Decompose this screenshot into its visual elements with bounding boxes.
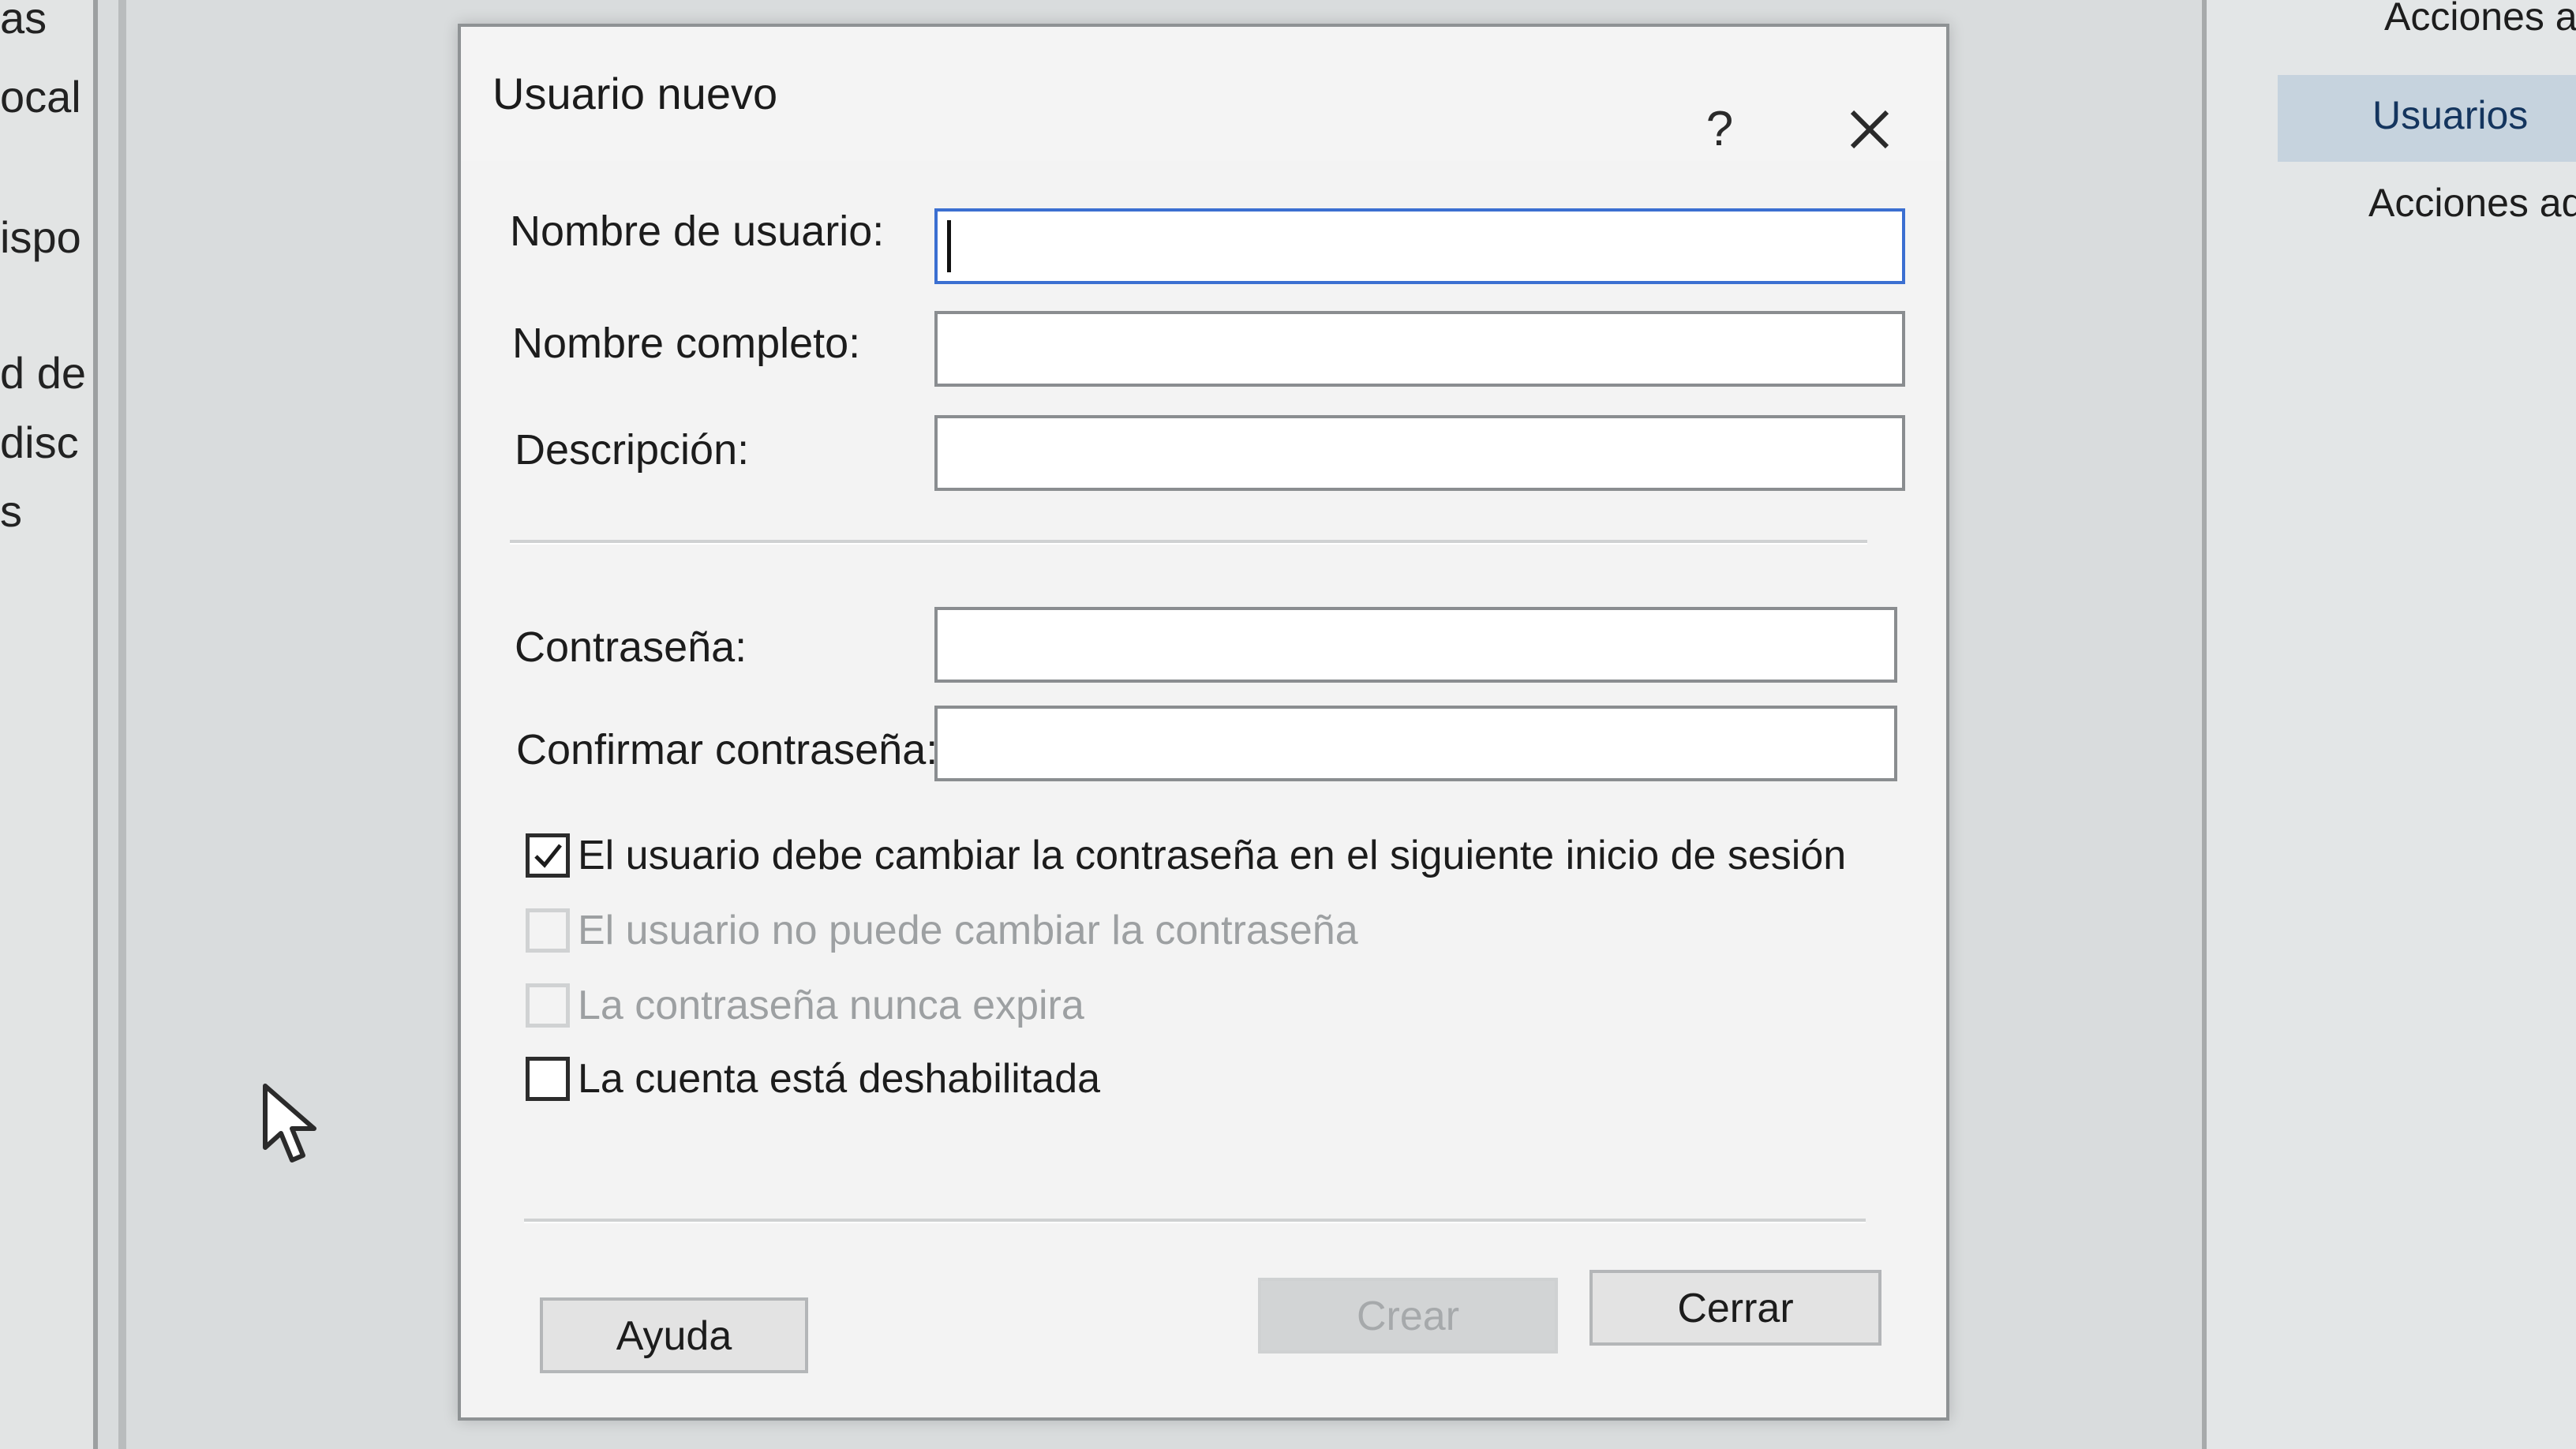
checkbox-account-disabled[interactable]: La cuenta está deshabilitada [526, 1051, 1100, 1106]
checkbox-empty-icon[interactable] [526, 1057, 570, 1101]
password-input[interactable] [934, 607, 1897, 683]
help-button[interactable]: Ayuda [540, 1297, 808, 1373]
description-label: Descripción: [515, 426, 750, 474]
checkbox-must-change-password[interactable]: El usuario debe cambiar la contraseña en… [526, 828, 1846, 883]
nav-fragment[interactable]: disc [0, 417, 79, 468]
text-caret [947, 220, 951, 272]
actions-pane-header: Acciones ad [2384, 0, 2576, 39]
checkbox-cannot-change-password[interactable]: El usuario no puede cambiar la contraseñ… [526, 903, 1358, 958]
nav-fragment[interactable]: ispo [0, 212, 81, 263]
dialog-titlebar[interactable]: Usuario nuevo ? [461, 27, 1946, 161]
description-input[interactable] [934, 415, 1905, 491]
create-button[interactable]: Crear [1258, 1278, 1558, 1354]
confirm-password-input[interactable] [934, 706, 1897, 781]
checkbox-empty-icon[interactable] [526, 983, 570, 1028]
dialog-title: Usuario nuevo [492, 69, 778, 118]
actions-pane: Acciones ad Usuarios Acciones ad [2202, 0, 2576, 1449]
actions-selected-label: Usuarios [2372, 93, 2529, 137]
username-input[interactable] [934, 208, 1905, 284]
footer-divider [524, 1219, 1866, 1223]
actions-sub-item[interactable]: Acciones ad [2368, 180, 2576, 226]
checkbox-label: La cuenta está deshabilitada [578, 1056, 1101, 1102]
checkbox-empty-icon[interactable] [526, 908, 570, 953]
help-icon[interactable]: ? [1676, 90, 1763, 169]
nav-fragment[interactable]: ocal [0, 71, 81, 122]
new-user-dialog: Usuario nuevo ? Nombre de usuario: Nombr… [458, 24, 1949, 1421]
fullname-input[interactable] [934, 311, 1905, 387]
checkbox-label: La contraseña nunca expira [578, 983, 1084, 1028]
confirm-password-label: Confirmar contraseña: [516, 726, 938, 773]
checkbox-label: El usuario no puede cambiar la contraseñ… [578, 908, 1358, 953]
checkbox-label: El usuario debe cambiar la contraseña en… [578, 833, 1847, 878]
mouse-cursor-icon [263, 1084, 316, 1163]
section-divider [510, 540, 1867, 545]
close-icon[interactable] [1826, 90, 1913, 169]
left-navigation-pane: as ocal ispo d de disc s [0, 0, 98, 1449]
fullname-label: Nombre completo: [512, 320, 861, 367]
checkbox-password-never-expires[interactable]: La contraseña nunca expira [526, 978, 1084, 1033]
nav-fragment[interactable]: d de [0, 347, 86, 399]
username-label: Nombre de usuario: [510, 208, 885, 255]
nav-fragment[interactable]: as [0, 0, 47, 43]
pane-splitter[interactable] [118, 0, 126, 1449]
nav-fragment[interactable]: s [0, 485, 22, 537]
close-button[interactable]: Cerrar [1589, 1270, 1881, 1346]
checkbox-checked-icon[interactable] [526, 833, 570, 878]
password-label: Contraseña: [515, 623, 747, 671]
actions-selected-item[interactable]: Usuarios [2278, 75, 2576, 162]
